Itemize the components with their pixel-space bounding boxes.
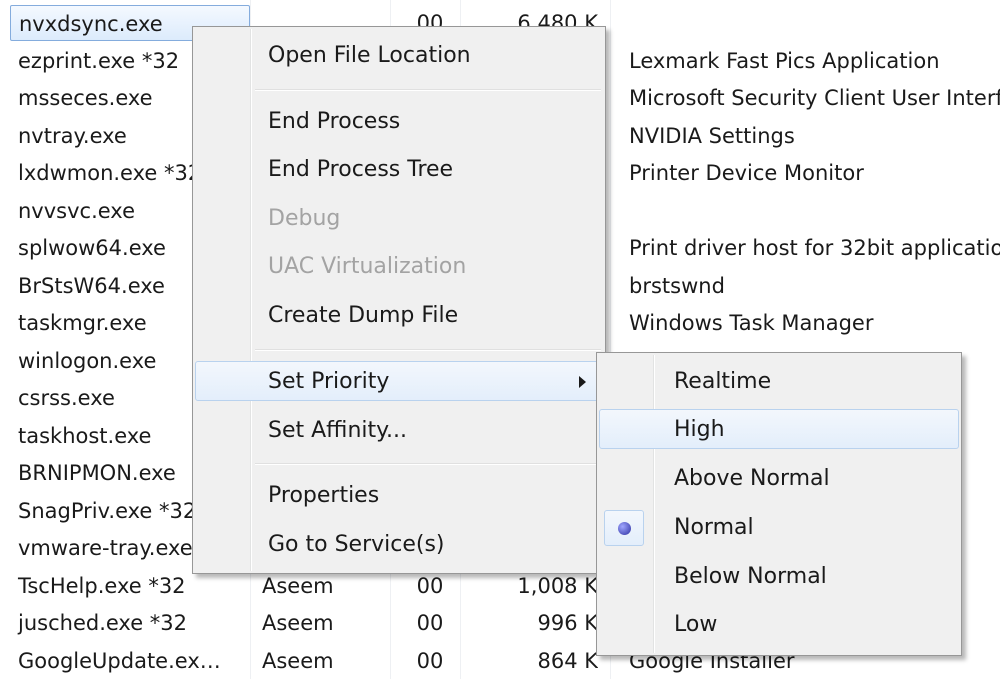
menu-label: Normal	[674, 515, 754, 540]
menu-label: Above Normal	[674, 466, 830, 491]
radio-check-box	[604, 510, 644, 546]
process-description: Microsoft Security Client User Interface	[629, 86, 1000, 110]
menu-label: Realtime	[674, 369, 772, 394]
menu-label: Open File Location	[268, 43, 471, 68]
submenu-arrow-icon	[579, 376, 586, 388]
process-description: Lexmark Fast Pics Application	[629, 48, 940, 73]
menu-create-dump-file[interactable]: Create Dump File	[195, 295, 603, 335]
process-description	[629, 193, 1000, 229]
menu-debug: Debug	[195, 198, 603, 238]
menu-separator	[255, 89, 601, 91]
process-cpu: 00	[416, 648, 444, 673]
menu-separator	[255, 463, 601, 465]
process-name: jusched.exe *32	[18, 611, 188, 635]
priority-below-normal[interactable]: Below Normal	[599, 556, 959, 596]
process-user: Aseem	[262, 611, 334, 635]
menu-open-file-location[interactable]: Open File Location	[195, 35, 603, 75]
process-description: Printer Device Monitor	[629, 161, 864, 185]
priority-high[interactable]: High	[599, 409, 959, 449]
process-cpu: 00	[416, 611, 444, 635]
menu-set-affinity[interactable]: Set Affinity...	[195, 410, 603, 450]
menu-label: Low	[674, 612, 718, 637]
menu-label: High	[674, 417, 725, 442]
menu-label: Set Priority	[268, 369, 390, 394]
process-name: GoogleUpdate.ex…	[18, 648, 221, 673]
priority-normal[interactable]: Normal	[599, 507, 959, 547]
priority-above-normal[interactable]: Above Normal	[599, 458, 959, 498]
process-description: Windows Task Manager	[629, 311, 874, 335]
menu-uac-virtualization: UAC Virtualization	[195, 246, 603, 286]
menu-go-to-services[interactable]: Go to Service(s)	[195, 524, 603, 564]
menu-properties[interactable]: Properties	[195, 475, 603, 515]
menu-label: Go to Service(s)	[268, 532, 445, 557]
process-memory: 864 K	[537, 648, 598, 673]
process-user: Aseem	[262, 648, 334, 673]
process-description: brstswnd	[629, 273, 725, 298]
menu-end-process-tree[interactable]: End Process Tree	[195, 149, 603, 189]
process-description: Print driver host for 32bit applications	[629, 236, 1000, 260]
process-description: NVIDIA Settings	[629, 123, 795, 148]
menu-label: End Process Tree	[268, 157, 454, 182]
priority-low[interactable]: Low	[599, 604, 959, 644]
priority-realtime[interactable]: Realtime	[599, 361, 959, 401]
menu-label: Properties	[268, 483, 380, 508]
process-description	[629, 5, 1000, 41]
menu-label: End Process	[268, 109, 401, 134]
menu-label: UAC Virtualization	[268, 254, 467, 279]
menu-label: Create Dump File	[268, 303, 459, 328]
menu-end-process[interactable]: End Process	[195, 101, 603, 141]
menu-label: Set Affinity...	[268, 418, 407, 443]
menu-separator	[255, 349, 601, 351]
process-context-menu: Open File Location End Process End Proce…	[192, 26, 606, 574]
menu-label: Below Normal	[674, 564, 827, 589]
menu-label: Debug	[268, 206, 341, 231]
radio-selected-icon	[618, 522, 631, 535]
priority-submenu: Realtime High Above Normal Normal Below …	[596, 352, 962, 656]
menu-set-priority[interactable]: Set Priority	[195, 361, 603, 401]
process-memory: 996 K	[537, 611, 598, 635]
